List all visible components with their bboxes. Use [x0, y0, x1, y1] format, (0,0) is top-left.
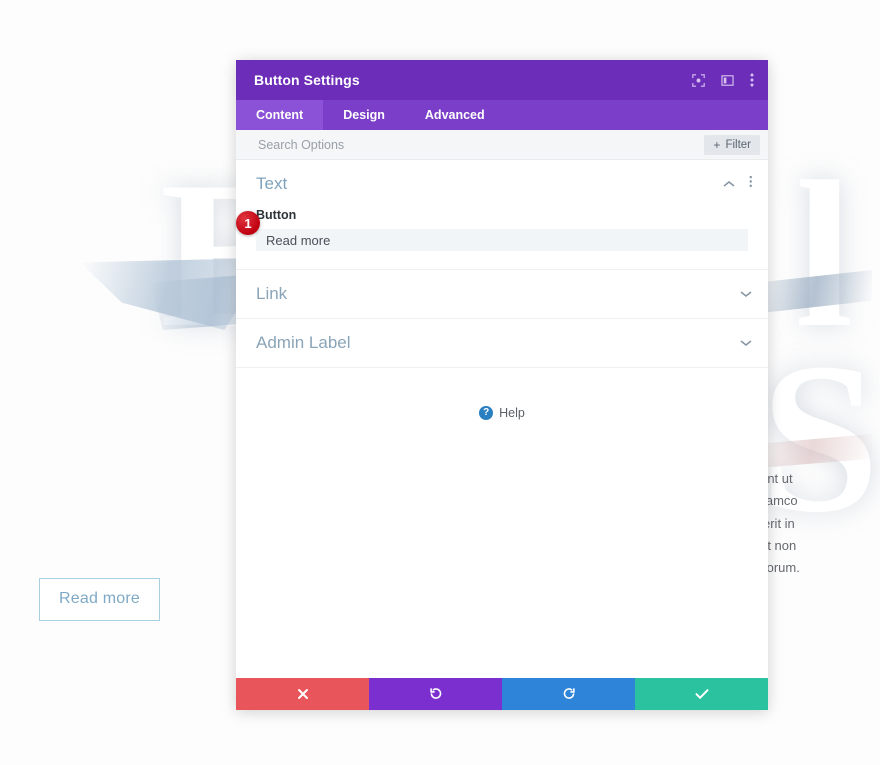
modal-header-actions: [692, 73, 754, 87]
search-options-bar: + Filter: [236, 130, 768, 160]
vertical-dots-icon[interactable]: [750, 73, 754, 87]
section-admin-label-actions: [740, 334, 752, 352]
section-link-actions: [740, 285, 752, 303]
check-icon: [695, 688, 709, 700]
section-link: Link: [236, 270, 768, 319]
modal-tabs: Content Design Advanced: [236, 100, 768, 130]
vertical-dots-icon[interactable]: [749, 175, 753, 193]
help-label: Help: [499, 406, 525, 420]
search-input[interactable]: [256, 136, 705, 153]
button-field-label: Button: [256, 208, 297, 222]
page-read-more-button[interactable]: Read more: [39, 578, 160, 621]
decorative-swoosh-right: [752, 270, 872, 314]
fullscreen-icon[interactable]: [692, 73, 705, 87]
button-text-input[interactable]: [256, 229, 748, 251]
help-question-icon: ?: [479, 406, 494, 420]
section-text-actions: [723, 175, 753, 193]
redo-button[interactable]: [502, 678, 635, 710]
modal-title: Button Settings: [254, 72, 360, 88]
save-button[interactable]: [635, 678, 768, 710]
tab-advanced[interactable]: Advanced: [405, 100, 505, 130]
plus-icon: +: [713, 137, 721, 152]
button-text-field-group: Button: [236, 208, 768, 269]
section-admin-label: Admin Label: [236, 319, 768, 368]
cancel-button[interactable]: [236, 678, 369, 710]
screenshot-root: B l S mpor incididunt ut xercitation ull…: [0, 0, 880, 765]
redo-icon: [562, 687, 576, 701]
undo-icon: [429, 687, 443, 701]
chevron-down-icon[interactable]: [740, 334, 752, 352]
modal-footer: [236, 678, 768, 710]
section-admin-label-header[interactable]: Admin Label: [236, 319, 768, 367]
button-settings-modal: Button Settings Content Design Advanced …: [236, 60, 768, 710]
tab-content[interactable]: Content: [236, 100, 324, 130]
section-text-header[interactable]: Text: [236, 160, 768, 208]
step-marker-1: 1: [236, 211, 260, 235]
section-text-title: Text: [256, 174, 288, 193]
filter-button[interactable]: + Filter: [704, 134, 760, 155]
help-link[interactable]: ? Help: [236, 368, 768, 420]
filter-button-label: Filter: [725, 138, 751, 151]
layout-columns-icon[interactable]: [721, 74, 734, 87]
section-admin-label-title: Admin Label: [256, 333, 351, 352]
section-link-header[interactable]: Link: [236, 270, 768, 318]
section-link-title: Link: [256, 284, 288, 303]
modal-header: Button Settings: [236, 60, 768, 100]
close-icon: [297, 688, 309, 700]
undo-button[interactable]: [369, 678, 502, 710]
section-text: Text Button Read more: [236, 160, 768, 270]
modal-body: Text Button Read more Link Admin Label ?…: [236, 160, 768, 678]
tab-design[interactable]: Design: [323, 100, 405, 130]
chevron-up-icon[interactable]: [723, 175, 735, 193]
chevron-down-icon[interactable]: [740, 285, 752, 303]
